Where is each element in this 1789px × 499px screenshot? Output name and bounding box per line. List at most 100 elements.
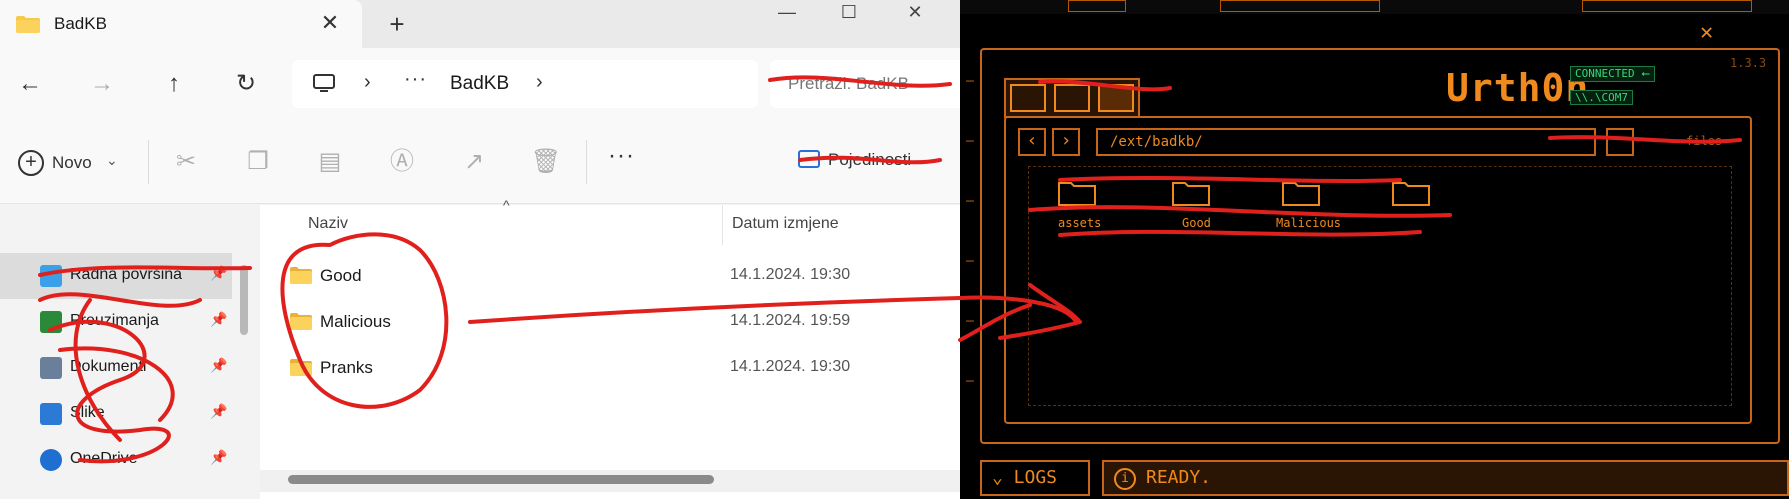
pin-icon: 📌 <box>210 357 228 373</box>
top-decoration <box>1068 0 1126 12</box>
folder-icon <box>290 313 312 330</box>
ruler-tick <box>966 80 974 82</box>
address-field[interactable]: › ··· BadKB › <box>292 60 758 108</box>
sidebar-item-pictures[interactable]: Slike 📌 <box>0 391 232 437</box>
file-name: Good <box>320 266 362 285</box>
filter-label[interactable]: files <box>1686 134 1722 148</box>
file-explorer-window: BadKB ✕ + — ☐ ✕ ← → ↑ ↻ › ··· BadKB › Pr… <box>0 0 960 499</box>
sidebar-item-onedrive[interactable]: OneDrive 📌 <box>0 437 232 483</box>
desktop-icon <box>40 265 62 287</box>
folder-icon[interactable] <box>1058 180 1096 206</box>
file-date: 14.1.2024. 19:30 <box>730 358 851 375</box>
port-badge: \\.\COM7 <box>1570 90 1633 105</box>
folder-label: Good <box>1182 216 1211 230</box>
status-text: READY. <box>1146 467 1212 488</box>
app-title: Urth0n <box>1446 66 1590 110</box>
close-icon[interactable]: ✕ <box>1700 20 1713 45</box>
window-close-icon[interactable]: ✕ <box>886 0 944 28</box>
column-header-name[interactable]: Naziv <box>308 215 348 233</box>
nav-scrollbar[interactable] <box>240 265 248 335</box>
paste-icon[interactable]: ▤ <box>314 146 346 178</box>
pin-icon: 📌 <box>210 265 228 281</box>
ruler-tick <box>966 200 974 202</box>
refresh-icon[interactable]: ↻ <box>228 66 264 102</box>
ruler-tick <box>966 320 974 322</box>
address-bar: ← → ↑ ↻ › ··· BadKB › Pretraži: BadKB <box>0 48 960 120</box>
tab-title: BadKB <box>54 14 107 33</box>
toolbar-divider <box>586 140 587 184</box>
folder-icon[interactable] <box>1282 180 1320 206</box>
breadcrumb-badkb[interactable]: BadKB <box>450 73 509 95</box>
copy-icon[interactable]: ❐ <box>242 146 274 178</box>
ruler-tick <box>966 140 974 142</box>
delete-icon[interactable]: 🗑 <box>530 146 562 178</box>
pin-icon: 📌 <box>210 449 228 465</box>
back-arrow-icon[interactable]: ← <box>12 66 48 102</box>
toolbar-divider <box>148 140 149 184</box>
tab-badkb[interactable]: BadKB ✕ <box>0 0 362 48</box>
new-tab-icon[interactable]: + <box>382 9 412 39</box>
path-input[interactable]: /ext/badkb/ <box>1096 128 1596 156</box>
pictures-icon <box>40 403 62 425</box>
connection-status-badge: CONNECTED ⭠ <box>1570 66 1656 82</box>
sidebar-item-downloads[interactable]: Preuzimanja 📌 <box>0 299 232 345</box>
maximize-icon[interactable]: ☐ <box>820 0 878 28</box>
file-date: 14.1.2024. 19:30 <box>730 266 851 283</box>
table-row[interactable]: Malicious 14.1.2024. 19:59 <box>290 299 960 345</box>
folder-label: Malicious <box>1276 216 1342 230</box>
forward-icon[interactable]: › <box>1052 128 1080 156</box>
table-row[interactable]: Good 14.1.2024. 19:30 <box>290 253 960 299</box>
mode-tab[interactable] <box>1010 84 1046 112</box>
sort-ascending-icon: ^ <box>503 197 510 213</box>
info-icon: i <box>1114 468 1136 490</box>
documents-icon <box>40 357 62 379</box>
side-ruler <box>966 60 976 420</box>
details-label: Pojedinosti <box>828 150 912 169</box>
folder-icon[interactable] <box>1392 180 1430 206</box>
cut-icon[interactable]: ✂ <box>170 146 202 178</box>
folder-icon <box>16 16 40 33</box>
tab-bar: BadKB ✕ + — ☐ ✕ <box>0 0 960 48</box>
plus-icon: + <box>18 150 44 176</box>
version-label: 1.3.3 <box>1730 56 1767 70</box>
sidebar-item-desktop[interactable]: Radna površina 📌 <box>0 253 232 299</box>
sidebar-item-label: Dokumenti <box>70 358 147 375</box>
download-icon <box>40 311 62 333</box>
top-decoration <box>1220 0 1380 12</box>
sidebar-item-label: Slike <box>70 404 105 421</box>
file-grid <box>1028 166 1732 406</box>
share-icon[interactable]: ↗ <box>458 146 490 178</box>
sidebar-item-documents[interactable]: Dokumenti 📌 <box>0 345 232 391</box>
rename-icon[interactable]: Ⓐ <box>386 146 418 178</box>
command-bar: + Novo ⌄ ✂ ❐ ▤ Ⓐ ↗ 🗑 ··· Pojedinosti <box>0 120 960 204</box>
up-arrow-icon[interactable]: ↑ <box>156 66 192 102</box>
more-options-icon[interactable]: ··· <box>608 142 635 170</box>
urth0n-app-window: ✕ 1.3.3 Urth0n CONNECTED ⭠ \\.\COM7 ‹ › … <box>960 0 1789 499</box>
horizontal-scrollbar[interactable] <box>288 475 714 484</box>
column-divider[interactable] <box>722 205 723 245</box>
top-decoration <box>1582 0 1752 12</box>
folder-icon <box>290 359 312 376</box>
mode-tab[interactable] <box>1054 84 1090 112</box>
path-action-button[interactable] <box>1606 128 1634 156</box>
pin-icon: 📌 <box>210 311 228 327</box>
chevron-down-icon: ⌄ <box>106 152 118 168</box>
mode-tab-active[interactable] <box>1098 84 1134 112</box>
minimize-icon[interactable]: — <box>758 0 816 28</box>
tab-close-icon[interactable]: ✕ <box>316 9 344 37</box>
status-bar: i READY. <box>1102 460 1789 496</box>
table-row[interactable]: Pranks 14.1.2024. 19:30 <box>290 345 960 391</box>
folder-icon <box>290 267 312 284</box>
ruler-tick <box>966 260 974 262</box>
logs-toggle-button[interactable]: ⌄ LOGS <box>980 460 1090 496</box>
breadcrumb-more-icon[interactable]: ··· <box>404 68 427 91</box>
search-field[interactable]: Pretraži: BadKB <box>770 60 960 108</box>
forward-arrow-icon[interactable]: → <box>84 66 120 102</box>
column-header-date[interactable]: Datum izmjene <box>732 215 839 233</box>
back-icon[interactable]: ‹ <box>1018 128 1046 156</box>
details-button[interactable]: Pojedinosti <box>798 150 911 170</box>
breadcrumb-separator: › <box>536 71 543 93</box>
new-button-label: Novo <box>52 153 92 172</box>
sidebar-item-label: Preuzimanja <box>70 312 159 329</box>
folder-icon[interactable] <box>1172 180 1210 206</box>
